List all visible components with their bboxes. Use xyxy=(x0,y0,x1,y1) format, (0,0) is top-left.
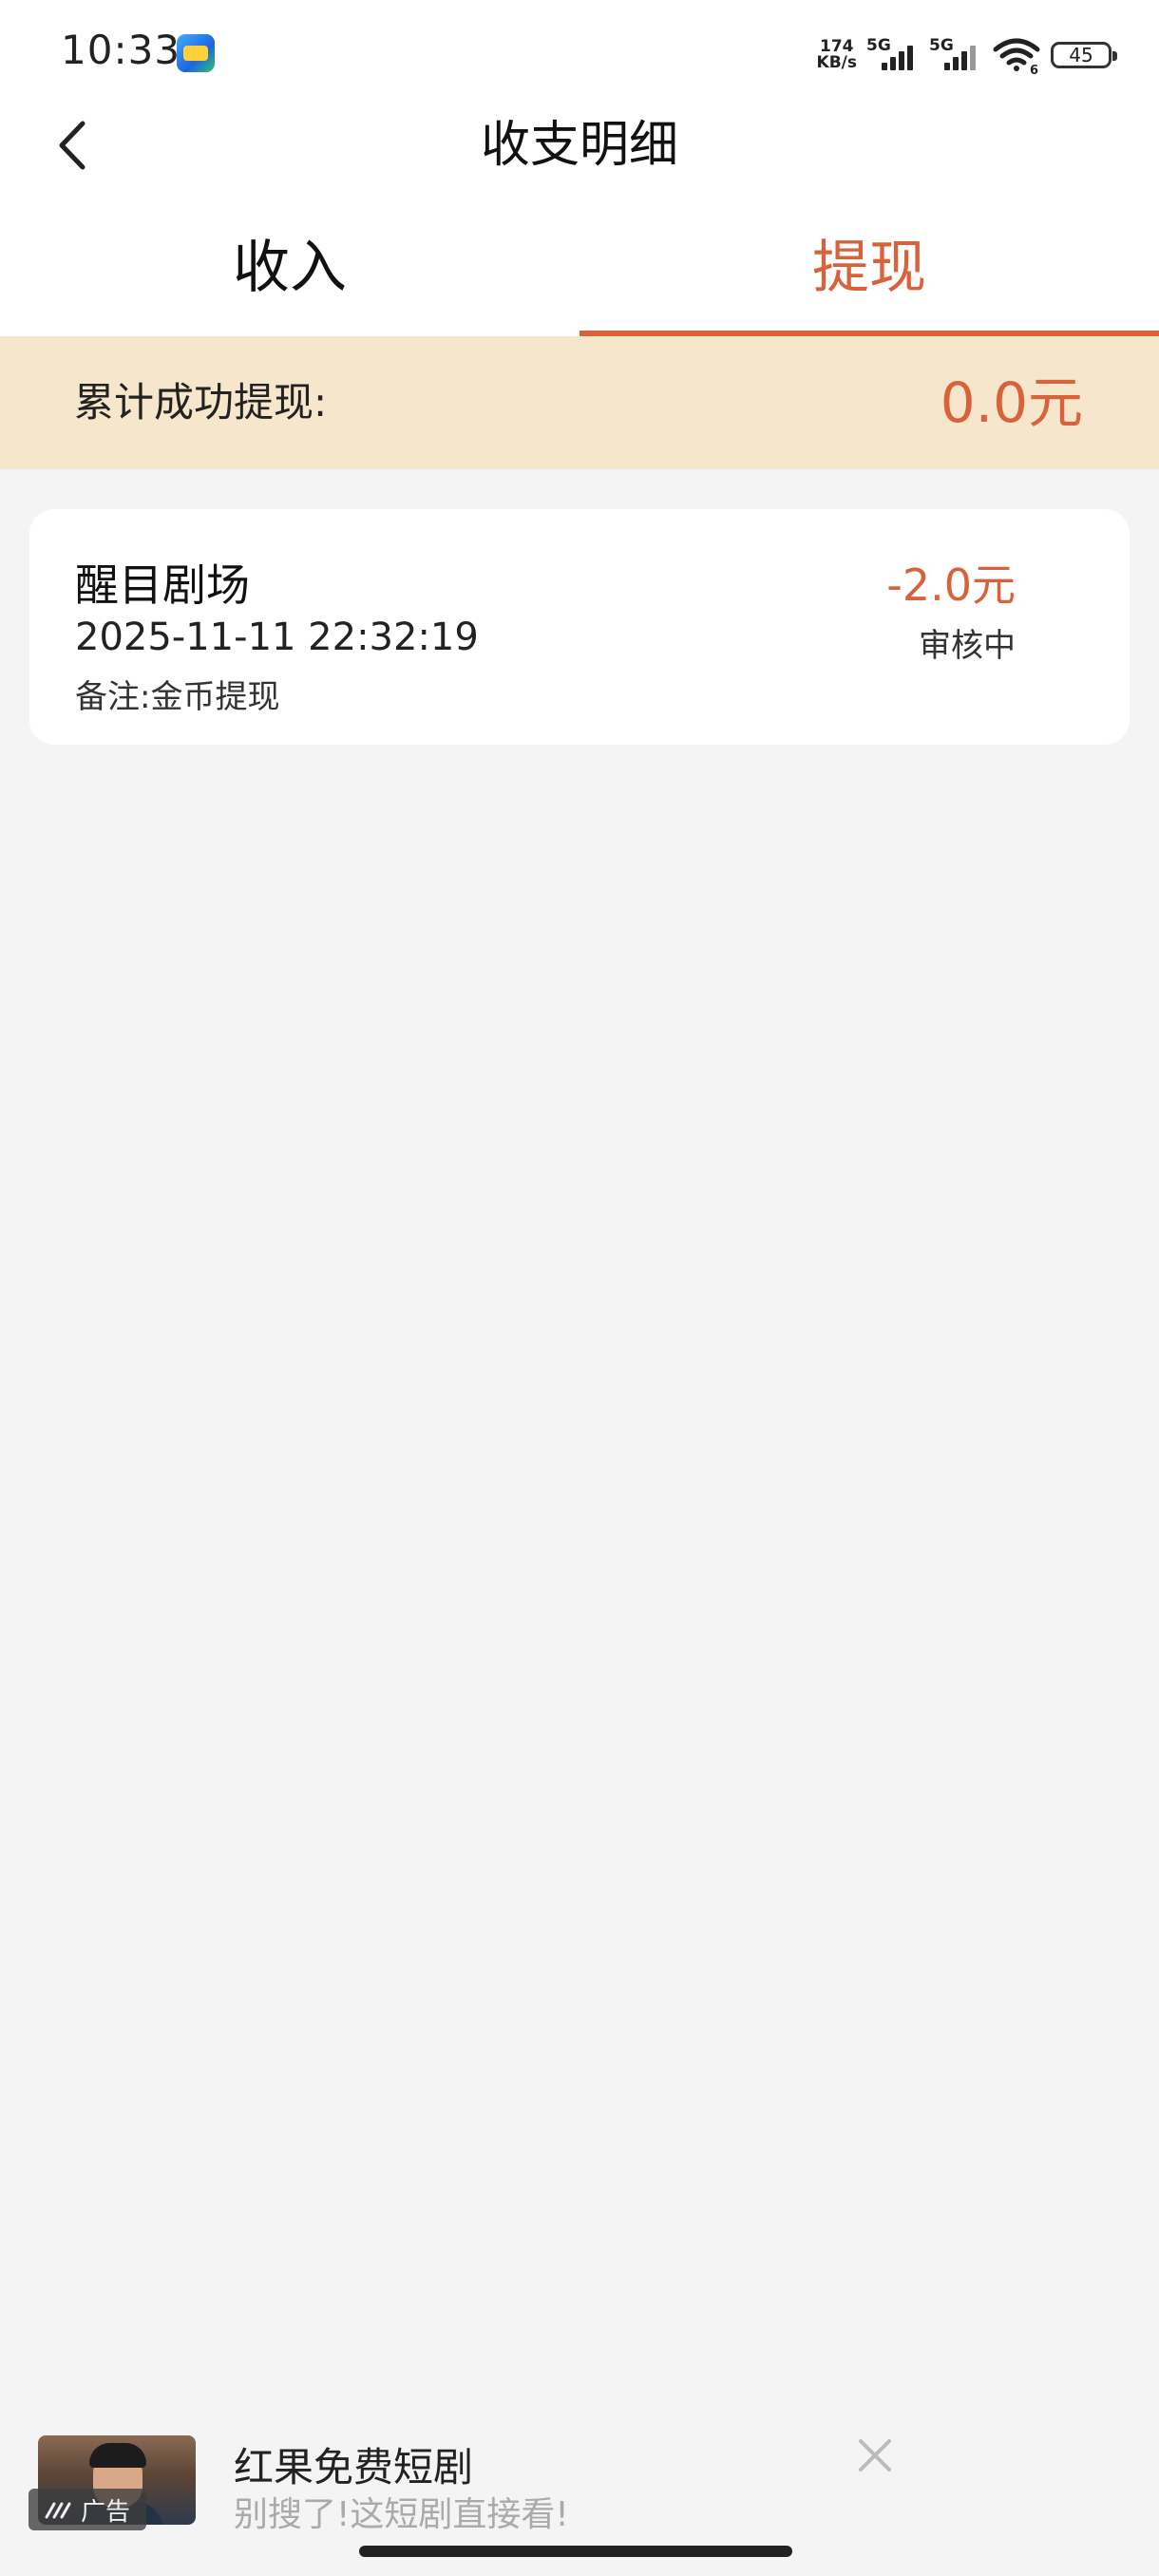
wifi-tag: 6 xyxy=(1030,64,1038,74)
ad-badge: 广告 xyxy=(28,2489,146,2530)
withdraw-summary-banner: 累计成功提现: 0.0元 xyxy=(0,336,1159,469)
battery-icon: 45 xyxy=(1051,42,1117,68)
ad-close-button[interactable] xyxy=(851,2432,899,2479)
nav-bar: 收支明细 xyxy=(0,103,1159,188)
record-note: 备注:金币提现 xyxy=(75,678,280,716)
record-time: 2025-11-11 22:32:19 xyxy=(75,616,479,659)
signal-sim2-tag: 5G xyxy=(929,36,954,55)
list-item: 醒目剧场 2025-11-11 22:32:19 备注:金币提现 -2.0元 审… xyxy=(29,509,1130,745)
home-indicator[interactable] xyxy=(359,2546,792,2557)
record-status: 审核中 xyxy=(919,627,1016,665)
page-title: 收支明细 xyxy=(480,117,678,174)
ad-subtitle[interactable]: 别搜了!这短剧直接看! xyxy=(234,2487,569,2536)
status-indicators: 174 KB/s 5G 5G 6 45 xyxy=(817,34,1117,76)
summary-label: 累计成功提现: xyxy=(74,379,328,426)
wifi-icon: 6 xyxy=(993,38,1040,74)
network-speed-unit: KB/s xyxy=(816,53,857,72)
app-notification-icon xyxy=(177,34,215,72)
ad-badge-label: 广告 xyxy=(80,2497,130,2527)
status-time: 10:33 xyxy=(61,27,181,73)
signal-sim1-icon: 5G xyxy=(866,36,920,74)
chevron-left-icon xyxy=(59,121,86,170)
network-speed: 174 KB/s xyxy=(817,39,857,71)
record-amount: -2.0元 xyxy=(886,559,1016,611)
ad-logo-icon xyxy=(45,2502,71,2519)
battery-level: 45 xyxy=(1069,44,1093,66)
signal-sim2-icon: 5G xyxy=(929,36,982,74)
record-title: 醒目剧场 xyxy=(75,559,250,611)
close-icon xyxy=(859,2439,891,2472)
signal-sim1-tag: 5G xyxy=(866,36,891,55)
summary-value: 0.0元 xyxy=(940,370,1083,435)
back-button[interactable] xyxy=(44,114,101,177)
tab-income[interactable]: 收入 xyxy=(0,188,580,336)
ad-title[interactable]: 红果免费短剧 xyxy=(234,2435,473,2493)
status-bar: 10:33 174 KB/s 5G 5G 6 45 xyxy=(0,0,1159,103)
tab-withdraw[interactable]: 提现 xyxy=(580,188,1159,336)
tab-bar: 收入 提现 xyxy=(0,188,1159,336)
